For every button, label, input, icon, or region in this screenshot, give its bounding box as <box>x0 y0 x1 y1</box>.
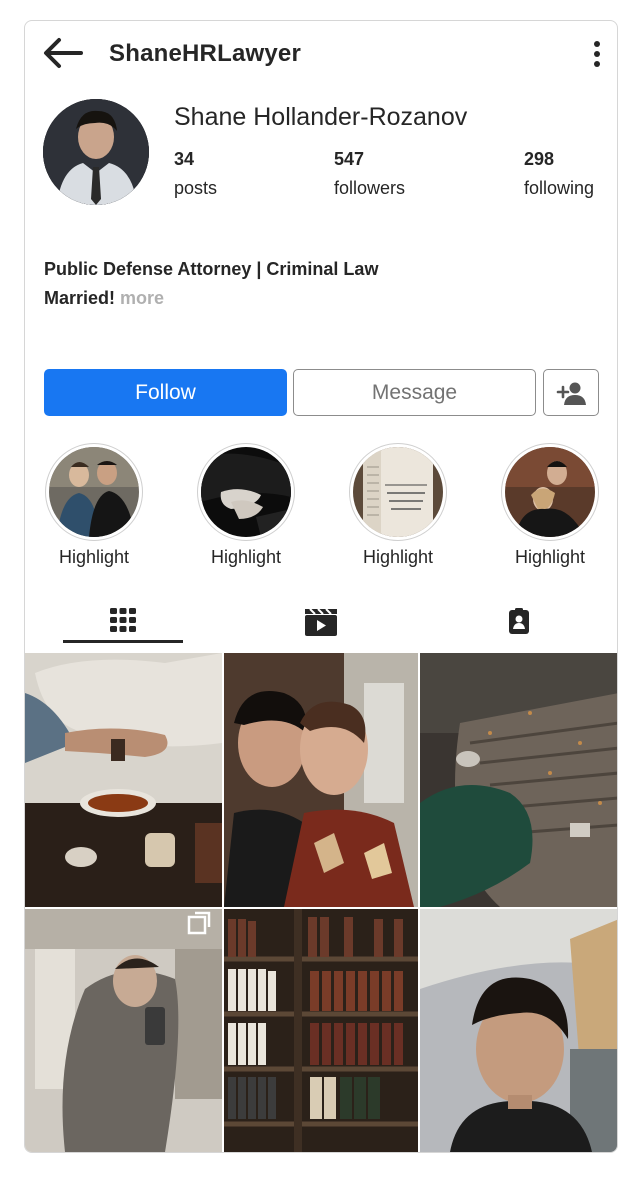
bio-line-2-text: Married! <box>44 288 116 308</box>
highlight-ring <box>349 443 447 541</box>
grid-icon <box>110 608 136 632</box>
top-bar: ShaneHRLawyer <box>25 21 617 87</box>
post-thumbnail[interactable] <box>25 653 222 907</box>
avatar[interactable] <box>43 99 149 205</box>
add-person-icon <box>556 382 586 405</box>
followers-count: 547 <box>334 149 365 169</box>
profile-bio: Public Defense Attorney | Criminal Law M… <box>44 255 378 313</box>
highlight-thumbnail <box>49 447 139 537</box>
highlight-label: Highlight <box>514 547 586 567</box>
post-thumbnail[interactable] <box>25 909 222 1152</box>
highlight-label: Highlight <box>58 547 130 567</box>
tab-tagged[interactable] <box>459 599 579 643</box>
message-button[interactable]: Message <box>293 369 536 416</box>
profile-username: ShaneHRLawyer <box>109 40 301 67</box>
highlight-ring <box>501 443 599 541</box>
tab-reels[interactable] <box>261 599 381 643</box>
highlight-4[interactable]: Highlight <box>495 443 605 568</box>
following-label: following <box>524 178 595 198</box>
tagged-icon <box>509 608 529 634</box>
bio-line-2: Married! more <box>44 284 378 313</box>
followers-label: followers <box>334 178 406 198</box>
highlight-thumbnail <box>201 447 291 537</box>
highlight-label: Highlight <box>362 547 434 567</box>
reels-icon <box>305 608 337 636</box>
arrow-left-icon[interactable] <box>41 35 85 71</box>
profile-screen: ShaneHRLawyer Shane Hollander-Rozanov 34… <box>24 20 618 1153</box>
highlight-2[interactable]: Highlight <box>191 443 301 568</box>
following-stat[interactable]: 298 following <box>524 149 594 199</box>
more-vertical-icon[interactable] <box>589 39 605 69</box>
add-user-button[interactable] <box>543 369 599 416</box>
highlight-thumbnail <box>353 447 443 537</box>
bio-line-1: Public Defense Attorney | Criminal Law <box>44 259 379 279</box>
tab-posts-grid[interactable] <box>63 599 183 643</box>
bio-more-link[interactable]: more <box>120 288 164 308</box>
posts-count: 34 <box>174 149 195 169</box>
highlight-1[interactable]: Highlight <box>39 443 149 568</box>
post-thumbnail[interactable] <box>224 909 418 1152</box>
highlight-thumbnail <box>505 447 595 537</box>
profile-full-name: Shane Hollander-Rozanov <box>174 103 468 131</box>
post-thumbnail[interactable] <box>420 653 617 907</box>
post-thumbnail[interactable] <box>224 653 418 907</box>
highlight-ring <box>197 443 295 541</box>
posts-stat[interactable]: 34 posts <box>174 149 217 199</box>
followers-stat[interactable]: 547 followers <box>334 149 405 199</box>
post-thumbnail[interactable] <box>420 909 617 1152</box>
highlight-label: Highlight <box>210 547 282 567</box>
highlight-3[interactable]: Highlight <box>343 443 453 568</box>
following-count: 298 <box>524 149 555 169</box>
posts-label: posts <box>174 178 218 198</box>
highlight-ring <box>45 443 143 541</box>
follow-button[interactable]: Follow <box>44 369 287 416</box>
